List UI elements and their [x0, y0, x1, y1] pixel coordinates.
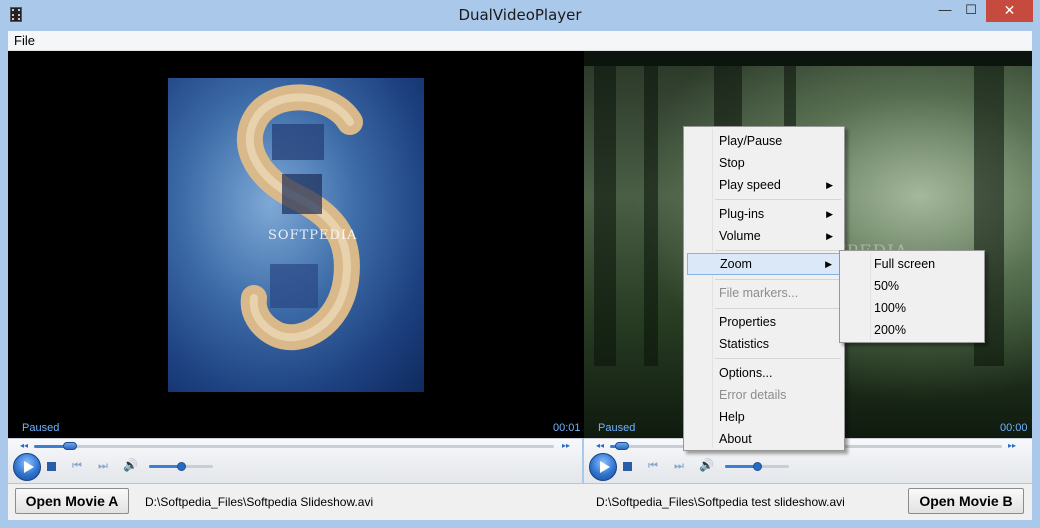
- menu-separator: [715, 199, 841, 200]
- menu-item-volume[interactable]: Volume ▶: [687, 225, 841, 247]
- tree-shape: [594, 66, 616, 366]
- seek-thumb-b[interactable]: [615, 442, 629, 450]
- volume-thumb-b[interactable]: [752, 462, 762, 471]
- menu-separator: [715, 308, 841, 309]
- submenu-arrow-icon: ▶: [826, 231, 833, 241]
- menu-item-label: Volume: [719, 229, 761, 243]
- video-frame-a: SOFTPEDIA: [168, 78, 424, 392]
- status-label-a: Paused: [22, 422, 60, 434]
- zoom-submenu: Full screen 50% 100% 200%: [839, 250, 985, 343]
- minimize-button[interactable]: —: [932, 0, 958, 22]
- maximize-button[interactable]: ☐: [958, 0, 984, 22]
- stop-button-a[interactable]: [47, 462, 56, 471]
- zoom-50[interactable]: 50%: [843, 275, 981, 297]
- menu-item-about[interactable]: About: [687, 428, 841, 450]
- menu-item-play-speed[interactable]: Play speed ▶: [687, 174, 841, 196]
- menu-item-label: Properties: [719, 315, 776, 329]
- menu-separator: [715, 250, 841, 251]
- menu-item-statistics[interactable]: Statistics: [687, 333, 841, 355]
- play-button-a[interactable]: [13, 453, 41, 481]
- menu-item-label: Options...: [719, 366, 773, 380]
- open-movie-b-button[interactable]: Open Movie B: [908, 488, 1024, 514]
- menu-item-error-details: Error details: [687, 384, 841, 406]
- file-path-b: D:\Softpedia_Files\Softpedia test slides…: [596, 495, 845, 509]
- menu-item-label: Play/Pause: [719, 134, 783, 148]
- menu-item-zoom[interactable]: Zoom ▶: [687, 253, 841, 275]
- submenu-arrow-icon: ▶: [826, 180, 833, 190]
- zoom-full-screen[interactable]: Full screen: [843, 253, 981, 275]
- menu-item-label: Zoom: [720, 257, 752, 271]
- stop-button-b[interactable]: [623, 462, 632, 471]
- submenu-arrow-icon: ▶: [825, 259, 832, 269]
- previous-icon[interactable]: ⏮: [72, 460, 82, 473]
- zoom-200[interactable]: 200%: [843, 319, 981, 341]
- file-path-a: D:\Softpedia_Files\Softpedia Slideshow.a…: [145, 495, 374, 509]
- menu-item-label: Play speed: [719, 178, 781, 192]
- speaker-icon[interactable]: 🔊: [699, 458, 714, 472]
- title-bar: DualVideoPlayer — ☐ ✕: [0, 0, 1040, 30]
- time-label-a: 00:01: [553, 422, 581, 434]
- menu-item-label: Error details: [719, 388, 787, 402]
- speaker-icon[interactable]: 🔊: [123, 458, 138, 472]
- tree-shape: [644, 66, 658, 366]
- seek-forward-icon[interactable]: ▸▸: [1008, 441, 1016, 450]
- video-pane-a[interactable]: SOFTPEDIA Paused 00:01: [8, 51, 584, 438]
- app-window: DualVideoPlayer — ☐ ✕ File SOFTPEDIA Pau…: [0, 0, 1040, 528]
- menu-separator: [715, 279, 841, 280]
- menu-file[interactable]: File: [14, 33, 35, 48]
- controls-a: ◂◂ ▸▸ ⏮ ⏭ 🔊: [8, 438, 582, 483]
- status-label-b: Paused: [598, 422, 636, 434]
- window-title: DualVideoPlayer: [458, 6, 582, 24]
- next-icon[interactable]: ⏭: [98, 460, 108, 473]
- next-icon[interactable]: ⏭: [674, 460, 684, 473]
- menu-item-file-markers: File markers...: [687, 282, 841, 304]
- menu-separator: [715, 358, 841, 359]
- menu-item-properties[interactable]: Properties: [687, 311, 841, 333]
- menu-item-label: File markers...: [719, 286, 799, 300]
- watermark-a: SOFTPEDIA: [268, 228, 358, 243]
- previous-icon[interactable]: ⏮: [648, 460, 658, 473]
- seek-forward-icon[interactable]: ▸▸: [562, 441, 570, 450]
- menu-item-options[interactable]: Options...: [687, 362, 841, 384]
- menu-item-help[interactable]: Help: [687, 406, 841, 428]
- menu-item-label: Statistics: [719, 337, 770, 351]
- play-button-b[interactable]: [589, 453, 617, 481]
- menu-item-label: About: [719, 432, 752, 446]
- context-menu: Play/Pause Stop Play speed ▶ Plug-ins ▶ Vo…: [683, 126, 845, 451]
- bottom-bar: Open Movie A D:\Softpedia_Files\Softpedi…: [8, 484, 1032, 520]
- zoom-100[interactable]: 100%: [843, 297, 981, 319]
- menu-item-label: Help: [719, 410, 745, 424]
- volume-slider-b[interactable]: [725, 462, 789, 471]
- seek-thumb-a[interactable]: [63, 442, 77, 450]
- submenu-arrow-icon: ▶: [826, 209, 833, 219]
- seek-back-icon[interactable]: ◂◂: [20, 441, 28, 450]
- seek-back-icon[interactable]: ◂◂: [596, 441, 604, 450]
- open-movie-a-button[interactable]: Open Movie A: [15, 488, 129, 514]
- close-button[interactable]: ✕: [986, 0, 1033, 22]
- menu-item-plug-ins[interactable]: Plug-ins ▶: [687, 203, 841, 225]
- volume-slider-a[interactable]: [149, 462, 213, 471]
- volume-thumb-a[interactable]: [176, 462, 186, 471]
- time-label-b: 00:00: [1000, 422, 1028, 434]
- menu-item-label: Plug-ins: [719, 207, 765, 221]
- menu-item-label: Stop: [719, 156, 745, 170]
- menu-item-play-pause[interactable]: Play/Pause: [687, 130, 841, 152]
- menu-bar: File: [8, 31, 1032, 51]
- seek-bar-a[interactable]: [34, 442, 554, 450]
- menu-item-stop[interactable]: Stop: [687, 152, 841, 174]
